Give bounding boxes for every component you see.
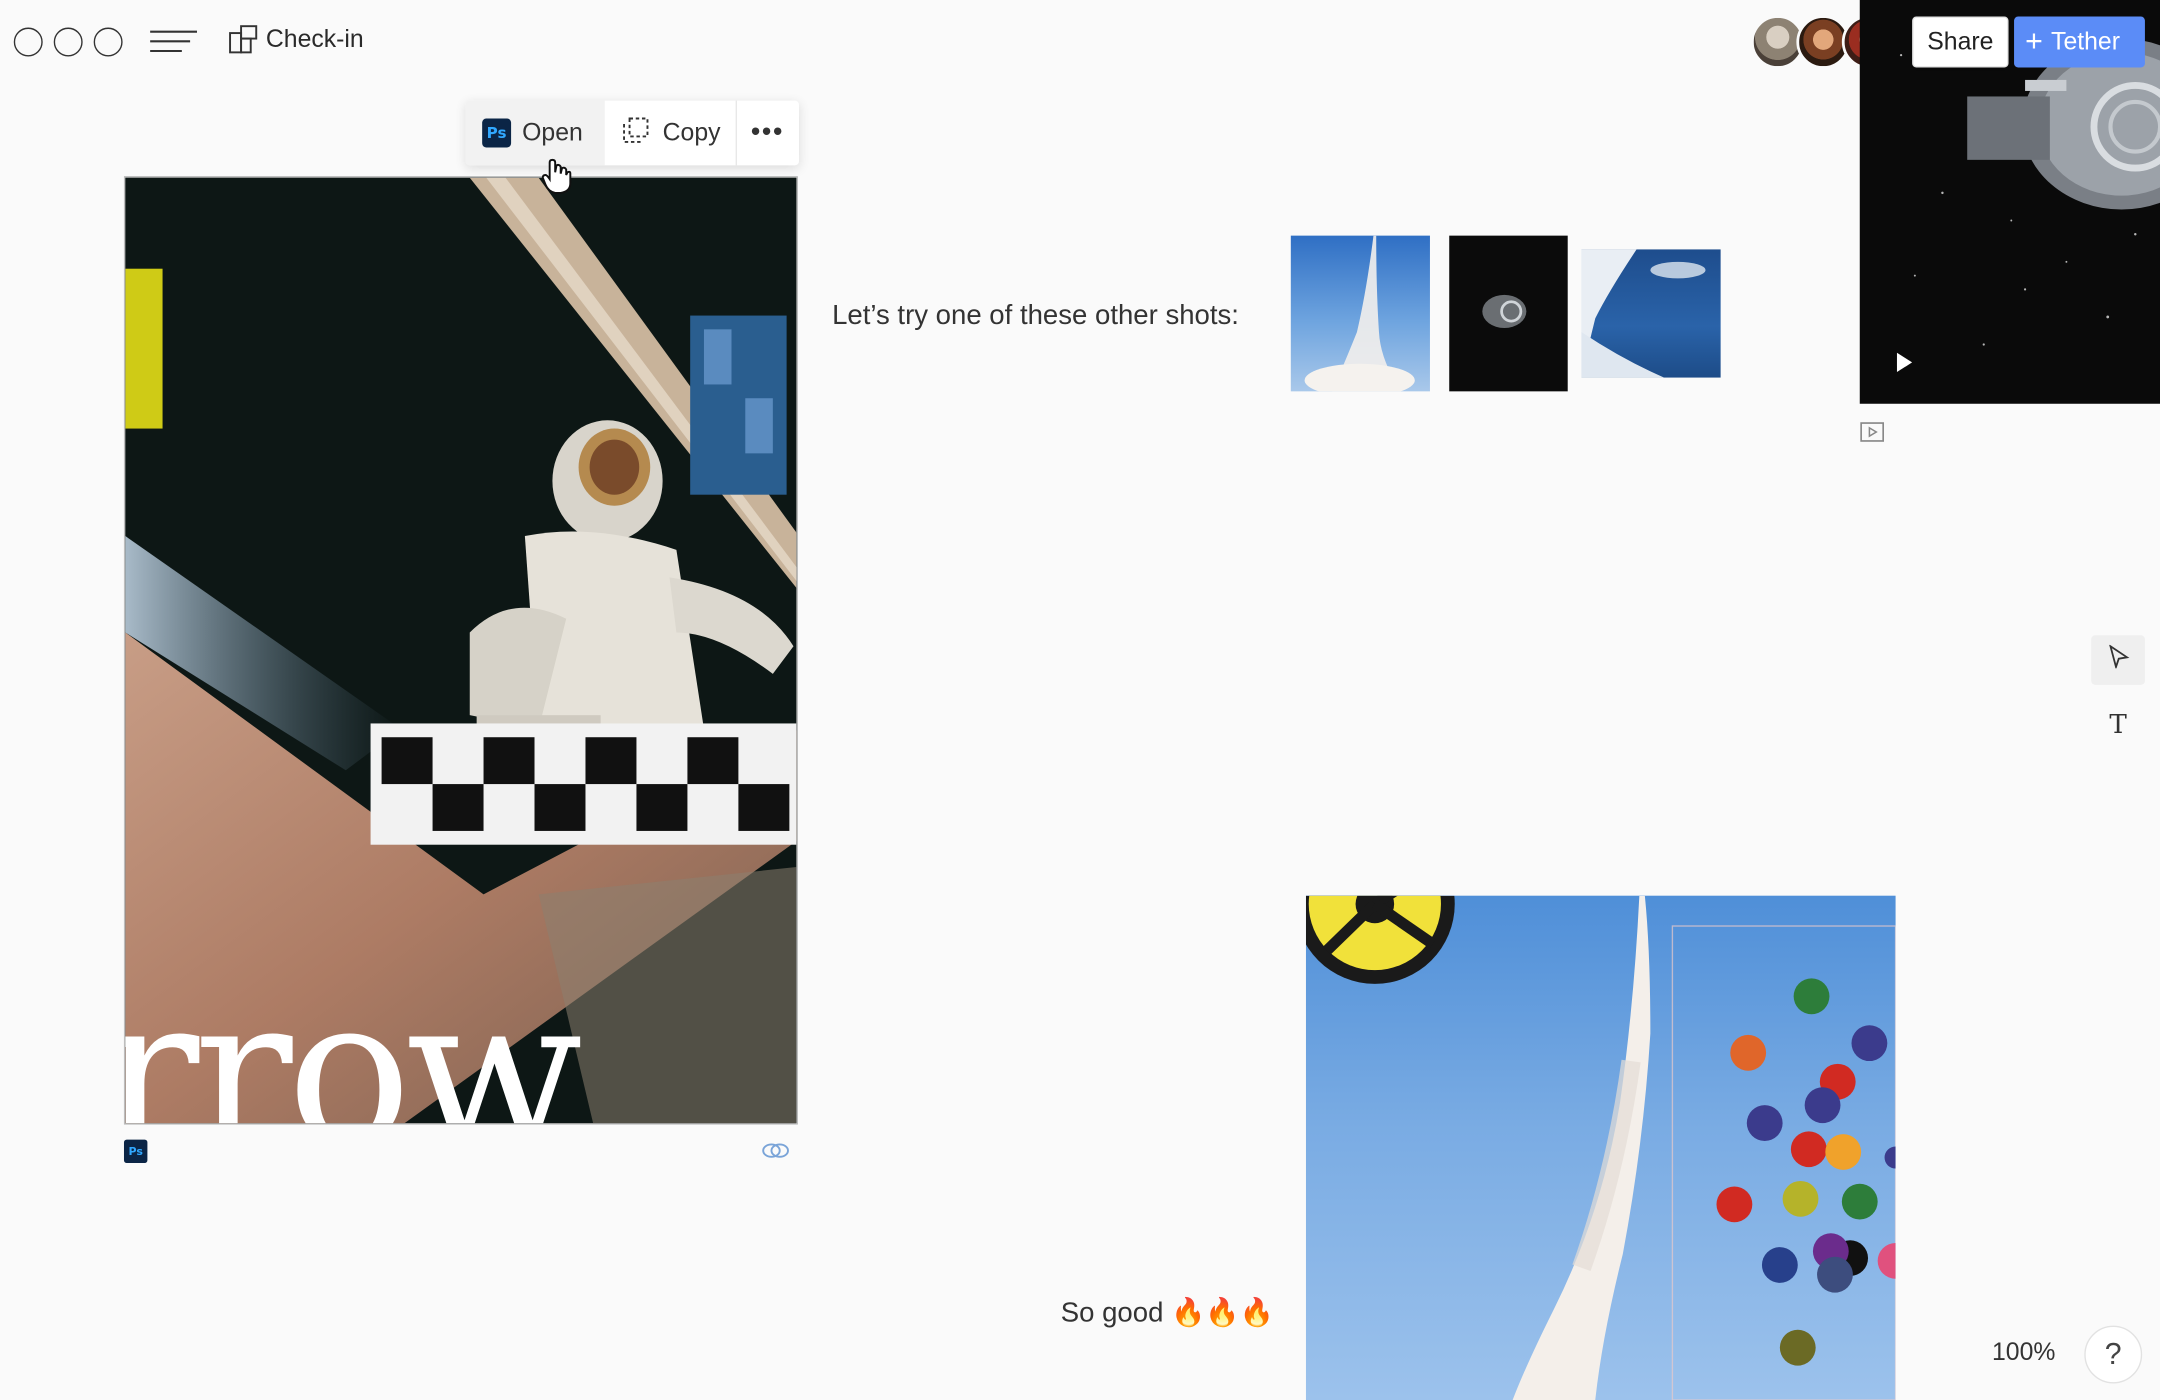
context-toolbar: Ps Open Copy ••• — [465, 100, 800, 166]
hand-cursor-icon — [540, 157, 573, 202]
comment-text[interactable]: So good 🔥🔥🔥 — [1061, 1295, 1274, 1329]
hamburger-menu-icon[interactable] — [149, 29, 199, 54]
board-title[interactable]: Check-in — [229, 25, 364, 54]
link-icon[interactable] — [762, 1140, 790, 1169]
open-label: Open — [522, 118, 583, 147]
window-controls — [13, 27, 123, 57]
play-button[interactable] — [1891, 350, 1916, 382]
plus-icon: + — [2025, 22, 2043, 58]
board-title-text: Check-in — [265, 24, 364, 53]
pointer-icon — [2107, 644, 2129, 675]
launch-image[interactable] — [1305, 895, 1896, 1400]
board-canvas[interactable]: Check-in Share + Tether Ps Open Copy •••… — [0, 0, 2160, 1400]
overlay-text: rrow — [123, 953, 583, 1125]
photoshop-badge-icon: Ps — [123, 1139, 148, 1164]
copy-icon — [623, 116, 649, 149]
text-tool-button[interactable]: T — [2091, 700, 2145, 750]
window-maximize-button[interactable] — [93, 27, 123, 57]
comment-text[interactable]: Let’s try one of these other shots: — [832, 300, 1239, 332]
tether-label: Tether — [2051, 27, 2120, 56]
open-in-photoshop-button[interactable]: Ps Open — [465, 100, 605, 166]
window-minimize-button[interactable] — [53, 27, 83, 57]
video-type-icon — [1860, 422, 1885, 450]
main-image[interactable]: rrow — [123, 176, 798, 1125]
photoshop-icon: Ps — [482, 118, 512, 148]
tether-button[interactable]: + Tether — [2014, 16, 2145, 68]
board-layout-icon — [229, 25, 258, 54]
help-button[interactable]: ? — [2084, 1325, 2143, 1384]
window-close-button[interactable] — [13, 27, 43, 57]
thumbnail-station[interactable] — [1449, 235, 1568, 392]
zoom-level[interactable]: 100% — [1992, 1338, 2055, 1367]
share-button[interactable]: Share — [1912, 16, 2009, 68]
copy-label: Copy — [662, 118, 721, 147]
copy-button[interactable]: Copy — [605, 100, 738, 166]
thumbnail-launch[interactable] — [1290, 235, 1430, 392]
more-options-button[interactable]: ••• — [737, 101, 798, 166]
select-tool-button[interactable] — [2091, 635, 2145, 685]
thumbnail-earth[interactable] — [1581, 249, 1721, 378]
